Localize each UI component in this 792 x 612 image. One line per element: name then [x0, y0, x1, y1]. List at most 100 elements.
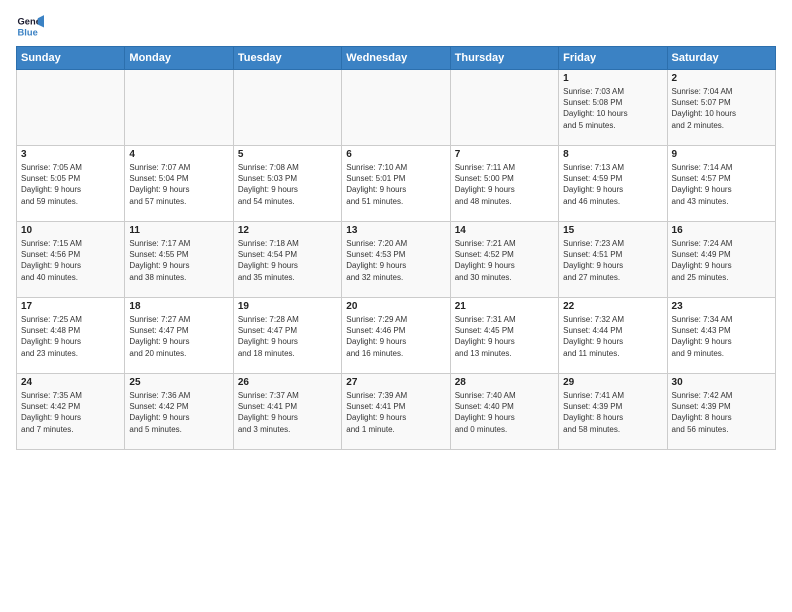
- calendar-cell: 14 Sunrise: 7:21 AMSunset: 4:52 PMDayligh…: [450, 222, 558, 298]
- calendar-cell: 13 Sunrise: 7:20 AMSunset: 4:53 PMDayligh…: [342, 222, 450, 298]
- day-info: Sunrise: 7:10 AMSunset: 5:01 PMDaylight:…: [346, 162, 445, 207]
- day-number: 10: [21, 225, 120, 236]
- day-info: Sunrise: 7:34 AMSunset: 4:43 PMDaylight:…: [672, 314, 771, 359]
- calendar-cell: 11 Sunrise: 7:17 AMSunset: 4:55 PMDayligh…: [125, 222, 233, 298]
- day-number: 16: [672, 225, 771, 236]
- day-info: Sunrise: 7:28 AMSunset: 4:47 PMDaylight:…: [238, 314, 337, 359]
- calendar-cell: 16 Sunrise: 7:24 AMSunset: 4:49 PMDayligh…: [667, 222, 775, 298]
- calendar-cell: 24Sunrise: 7:35 AMSunset: 4:42 PMDayligh…: [17, 374, 125, 450]
- day-number: 1: [563, 73, 662, 84]
- day-info: Sunrise: 7:32 AMSunset: 4:44 PMDaylight:…: [563, 314, 662, 359]
- col-header-wednesday: Wednesday: [342, 47, 450, 70]
- day-info: Sunrise: 7:08 AMSunset: 5:03 PMDaylight:…: [238, 162, 337, 207]
- week-row-5: 24Sunrise: 7:35 AMSunset: 4:42 PMDayligh…: [17, 374, 776, 450]
- day-number: 21: [455, 301, 554, 312]
- day-number: 28: [455, 377, 554, 388]
- day-number: 17: [21, 301, 120, 312]
- day-number: 19: [238, 301, 337, 312]
- day-info: Sunrise: 7:35 AMSunset: 4:42 PMDaylight:…: [21, 390, 120, 435]
- calendar-cell: 25 Sunrise: 7:36 AMSunset: 4:42 PMDayligh…: [125, 374, 233, 450]
- day-info: Sunrise: 7:29 AMSunset: 4:46 PMDaylight:…: [346, 314, 445, 359]
- day-info: Sunrise: 7:40 AMSunset: 4:40 PMDaylight:…: [455, 390, 554, 435]
- calendar-cell: 19 Sunrise: 7:28 AMSunset: 4:47 PMDayligh…: [233, 298, 341, 374]
- day-info: Sunrise: 7:21 AMSunset: 4:52 PMDaylight:…: [455, 238, 554, 283]
- day-info: Sunrise: 7:42 AMSunset: 4:39 PMDaylight:…: [672, 390, 771, 435]
- calendar-cell: 12Sunrise: 7:18 AMSunset: 4:54 PMDayligh…: [233, 222, 341, 298]
- calendar-cell: 10 Sunrise: 7:15 AMSunset: 4:56 PMDayligh…: [17, 222, 125, 298]
- col-header-thursday: Thursday: [450, 47, 558, 70]
- calendar-cell: [342, 70, 450, 146]
- day-info: Sunrise: 7:39 AMSunset: 4:41 PMDaylight:…: [346, 390, 445, 435]
- day-number: 5: [238, 149, 337, 160]
- day-info: Sunrise: 7:15 AMSunset: 4:56 PMDaylight:…: [21, 238, 120, 283]
- svg-text:Blue: Blue: [18, 27, 38, 37]
- calendar-cell: 21Sunrise: 7:31 AMSunset: 4:45 PMDayligh…: [450, 298, 558, 374]
- day-number: 22: [563, 301, 662, 312]
- calendar-cell: [450, 70, 558, 146]
- calendar-cell: 17 Sunrise: 7:25 AMSunset: 4:48 PMDayligh…: [17, 298, 125, 374]
- day-number: 29: [563, 377, 662, 388]
- day-info: Sunrise: 7:17 AMSunset: 4:55 PMDaylight:…: [129, 238, 228, 283]
- col-header-tuesday: Tuesday: [233, 47, 341, 70]
- calendar-cell: 7 Sunrise: 7:11 AMSunset: 5:00 PMDaylight…: [450, 146, 558, 222]
- calendar-cell: [233, 70, 341, 146]
- day-number: 18: [129, 301, 228, 312]
- logo-icon: General Blue: [16, 12, 44, 40]
- calendar-cell: [17, 70, 125, 146]
- day-info: Sunrise: 7:36 AMSunset: 4:42 PMDaylight:…: [129, 390, 228, 435]
- week-row-2: 3 Sunrise: 7:05 AMSunset: 5:05 PMDaylight…: [17, 146, 776, 222]
- calendar-cell: 29 Sunrise: 7:41 AMSunset: 4:39 PMDayligh…: [559, 374, 667, 450]
- day-number: 23: [672, 301, 771, 312]
- day-info: Sunrise: 7:27 AMSunset: 4:47 PMDaylight:…: [129, 314, 228, 359]
- day-info: Sunrise: 7:07 AMSunset: 5:04 PMDaylight:…: [129, 162, 228, 207]
- day-info: Sunrise: 7:05 AMSunset: 5:05 PMDaylight:…: [21, 162, 120, 207]
- day-info: Sunrise: 7:25 AMSunset: 4:48 PMDaylight:…: [21, 314, 120, 359]
- week-row-4: 17 Sunrise: 7:25 AMSunset: 4:48 PMDayligh…: [17, 298, 776, 374]
- day-info: Sunrise: 7:14 AMSunset: 4:57 PMDaylight:…: [672, 162, 771, 207]
- day-number: 12: [238, 225, 337, 236]
- day-number: 8: [563, 149, 662, 160]
- day-info: Sunrise: 7:03 AMSunset: 5:08 PMDaylight:…: [563, 86, 662, 131]
- day-info: Sunrise: 7:37 AMSunset: 4:41 PMDaylight:…: [238, 390, 337, 435]
- col-header-monday: Monday: [125, 47, 233, 70]
- day-number: 15: [563, 225, 662, 236]
- day-info: Sunrise: 7:24 AMSunset: 4:49 PMDaylight:…: [672, 238, 771, 283]
- day-info: Sunrise: 7:04 AMSunset: 5:07 PMDaylight:…: [672, 86, 771, 131]
- page: General Blue SundayMondayTuesdayWednesda…: [0, 0, 792, 612]
- calendar-cell: 9Sunrise: 7:14 AMSunset: 4:57 PMDaylight…: [667, 146, 775, 222]
- day-info: Sunrise: 7:41 AMSunset: 4:39 PMDaylight:…: [563, 390, 662, 435]
- col-header-saturday: Saturday: [667, 47, 775, 70]
- day-number: 25: [129, 377, 228, 388]
- header-row: SundayMondayTuesdayWednesdayThursdayFrid…: [17, 47, 776, 70]
- day-number: 26: [238, 377, 337, 388]
- calendar-cell: 23 Sunrise: 7:34 AMSunset: 4:43 PMDayligh…: [667, 298, 775, 374]
- day-number: 11: [129, 225, 228, 236]
- calendar-cell: 2 Sunrise: 7:04 AMSunset: 5:07 PMDaylight…: [667, 70, 775, 146]
- calendar-cell: 6Sunrise: 7:10 AMSunset: 5:01 PMDaylight…: [342, 146, 450, 222]
- col-header-sunday: Sunday: [17, 47, 125, 70]
- calendar-cell: 22 Sunrise: 7:32 AMSunset: 4:44 PMDayligh…: [559, 298, 667, 374]
- day-info: Sunrise: 7:11 AMSunset: 5:00 PMDaylight:…: [455, 162, 554, 207]
- calendar-table: SundayMondayTuesdayWednesdayThursdayFrid…: [16, 46, 776, 450]
- col-header-friday: Friday: [559, 47, 667, 70]
- day-number: 3: [21, 149, 120, 160]
- day-number: 7: [455, 149, 554, 160]
- calendar-cell: 20Sunrise: 7:29 AMSunset: 4:46 PMDayligh…: [342, 298, 450, 374]
- day-info: Sunrise: 7:23 AMSunset: 4:51 PMDaylight:…: [563, 238, 662, 283]
- day-number: 13: [346, 225, 445, 236]
- calendar-cell: 5 Sunrise: 7:08 AMSunset: 5:03 PMDaylight…: [233, 146, 341, 222]
- calendar-cell: 1 Sunrise: 7:03 AMSunset: 5:08 PMDaylight…: [559, 70, 667, 146]
- day-info: Sunrise: 7:20 AMSunset: 4:53 PMDaylight:…: [346, 238, 445, 283]
- calendar-cell: 8Sunrise: 7:13 AMSunset: 4:59 PMDaylight…: [559, 146, 667, 222]
- calendar-cell: 15 Sunrise: 7:23 AMSunset: 4:51 PMDayligh…: [559, 222, 667, 298]
- week-row-3: 10 Sunrise: 7:15 AMSunset: 4:56 PMDayligh…: [17, 222, 776, 298]
- day-number: 30: [672, 377, 771, 388]
- calendar-cell: [125, 70, 233, 146]
- day-number: 14: [455, 225, 554, 236]
- calendar-cell: 26 Sunrise: 7:37 AMSunset: 4:41 PMDayligh…: [233, 374, 341, 450]
- header: General Blue: [16, 12, 776, 40]
- day-number: 27: [346, 377, 445, 388]
- logo: General Blue: [16, 12, 44, 40]
- day-number: 2: [672, 73, 771, 84]
- calendar-cell: 30 Sunrise: 7:42 AMSunset: 4:39 PMDayligh…: [667, 374, 775, 450]
